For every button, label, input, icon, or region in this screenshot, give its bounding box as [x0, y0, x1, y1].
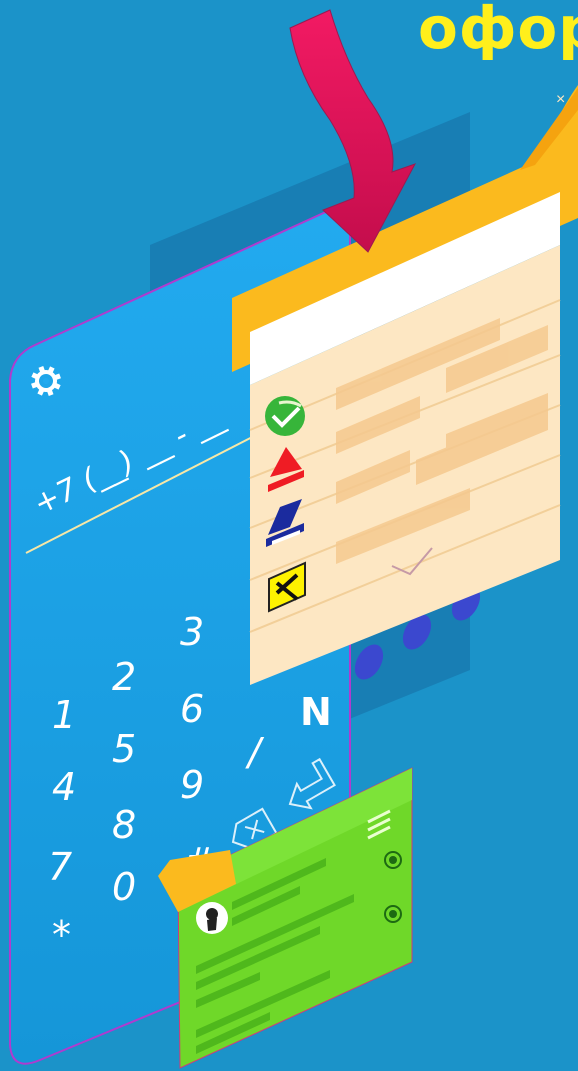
key-7[interactable]: 7 — [48, 845, 72, 889]
isometric-scene: +7 (__) __ - __ 1 2 3 4 5 6 7 8 9 * 0 # … — [9, 9, 578, 1069]
key-0[interactable]: 0 — [112, 865, 136, 909]
key-5[interactable]: 5 — [112, 727, 136, 771]
key-2[interactable]: 2 — [112, 655, 136, 699]
sberbank-logo-icon — [265, 396, 305, 436]
key-3[interactable]: 3 — [180, 610, 204, 654]
headline-text: офор — [418, 0, 578, 62]
key-6[interactable]: 6 — [180, 687, 204, 731]
key-n[interactable]: N — [300, 690, 332, 734]
close-window-button[interactable]: × — [556, 91, 565, 108]
key-4[interactable]: 4 — [52, 765, 76, 809]
key-star[interactable]: * — [52, 913, 71, 957]
user-avatar-icon — [196, 902, 228, 934]
key-9[interactable]: 9 — [180, 763, 204, 807]
illustration-canvas: офор — [0, 0, 578, 1071]
key-1[interactable]: 1 — [52, 693, 76, 737]
key-8[interactable]: 8 — [112, 803, 136, 847]
